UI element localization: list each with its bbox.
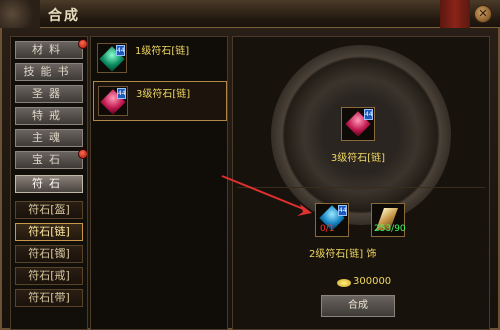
divider <box>237 187 485 188</box>
sub-rune-bracelet[interactable]: 符石[镯] <box>15 245 83 263</box>
recipe-item[interactable]: 44 1级符石[链] <box>93 39 227 79</box>
craft-cost: 300000 <box>353 276 392 287</box>
tab-special-rings[interactable]: 特戒 <box>15 107 83 125</box>
notification-dot-icon <box>78 39 87 49</box>
title-decoration <box>440 0 470 28</box>
sub-rune-helmet[interactable]: 符石[盔] <box>15 201 83 219</box>
result-slot[interactable]: 44 <box>341 107 375 141</box>
tab-skill-books[interactable]: 技能书 <box>15 63 83 81</box>
category-sidebar: 材料 技能书 圣器 特戒 主魂 宝石 符石 符石[盔] 符石[链] 符石[镯] … <box>10 36 88 330</box>
dragon-emblem-icon <box>0 0 40 28</box>
material-quantity: 253/90 <box>374 224 406 234</box>
recipe-list: 44 1级符石[链] 44 3级符石[链] <box>90 36 228 330</box>
craft-button[interactable]: 合成 <box>321 295 395 317</box>
sub-rune-ring[interactable]: 符石[戒] <box>15 267 83 285</box>
level-badge: 44 <box>338 205 347 216</box>
tab-materials[interactable]: 材料 <box>15 39 87 59</box>
notification-dot-icon <box>78 149 87 159</box>
tab-gems[interactable]: 宝石 <box>15 149 87 169</box>
tab-main-soul[interactable]: 主魂 <box>15 129 83 147</box>
materials-label: 2级符石[链] 饰 <box>309 249 377 260</box>
craft-panel: 44 3级符石[链] 44 0/1 253/90 2级符石[链] 饰 30000… <box>232 36 490 330</box>
tab-runestones[interactable]: 符石 <box>15 175 83 193</box>
recipe-label: 3级符石[链] <box>136 89 191 100</box>
result-label: 3级符石[链] <box>330 153 386 164</box>
recipe-label: 1级符石[链] <box>135 46 190 57</box>
sub-rune-belt[interactable]: 符石[带] <box>15 289 83 307</box>
level-badge: 44 <box>117 88 126 99</box>
close-button[interactable]: ✕ <box>474 5 492 23</box>
recipe-item-selected[interactable]: 44 3级符石[链] <box>93 81 227 121</box>
item-slot: 44 <box>97 43 127 73</box>
tab-holy-items[interactable]: 圣器 <box>15 85 83 103</box>
gold-coin-icon <box>337 279 351 287</box>
material-slot-crystal[interactable]: 253/90 <box>371 203 406 237</box>
title-bar[interactable]: 合成 ✕ <box>0 0 500 28</box>
material-quantity: 0/1 <box>320 224 335 234</box>
sub-rune-necklace[interactable]: 符石[链] <box>15 223 83 241</box>
item-slot: 44 <box>98 86 128 116</box>
window-title: 合成 <box>48 8 80 24</box>
level-badge: 44 <box>364 109 373 120</box>
level-badge: 44 <box>116 45 125 56</box>
material-slot-gem[interactable]: 44 0/1 <box>315 203 349 237</box>
